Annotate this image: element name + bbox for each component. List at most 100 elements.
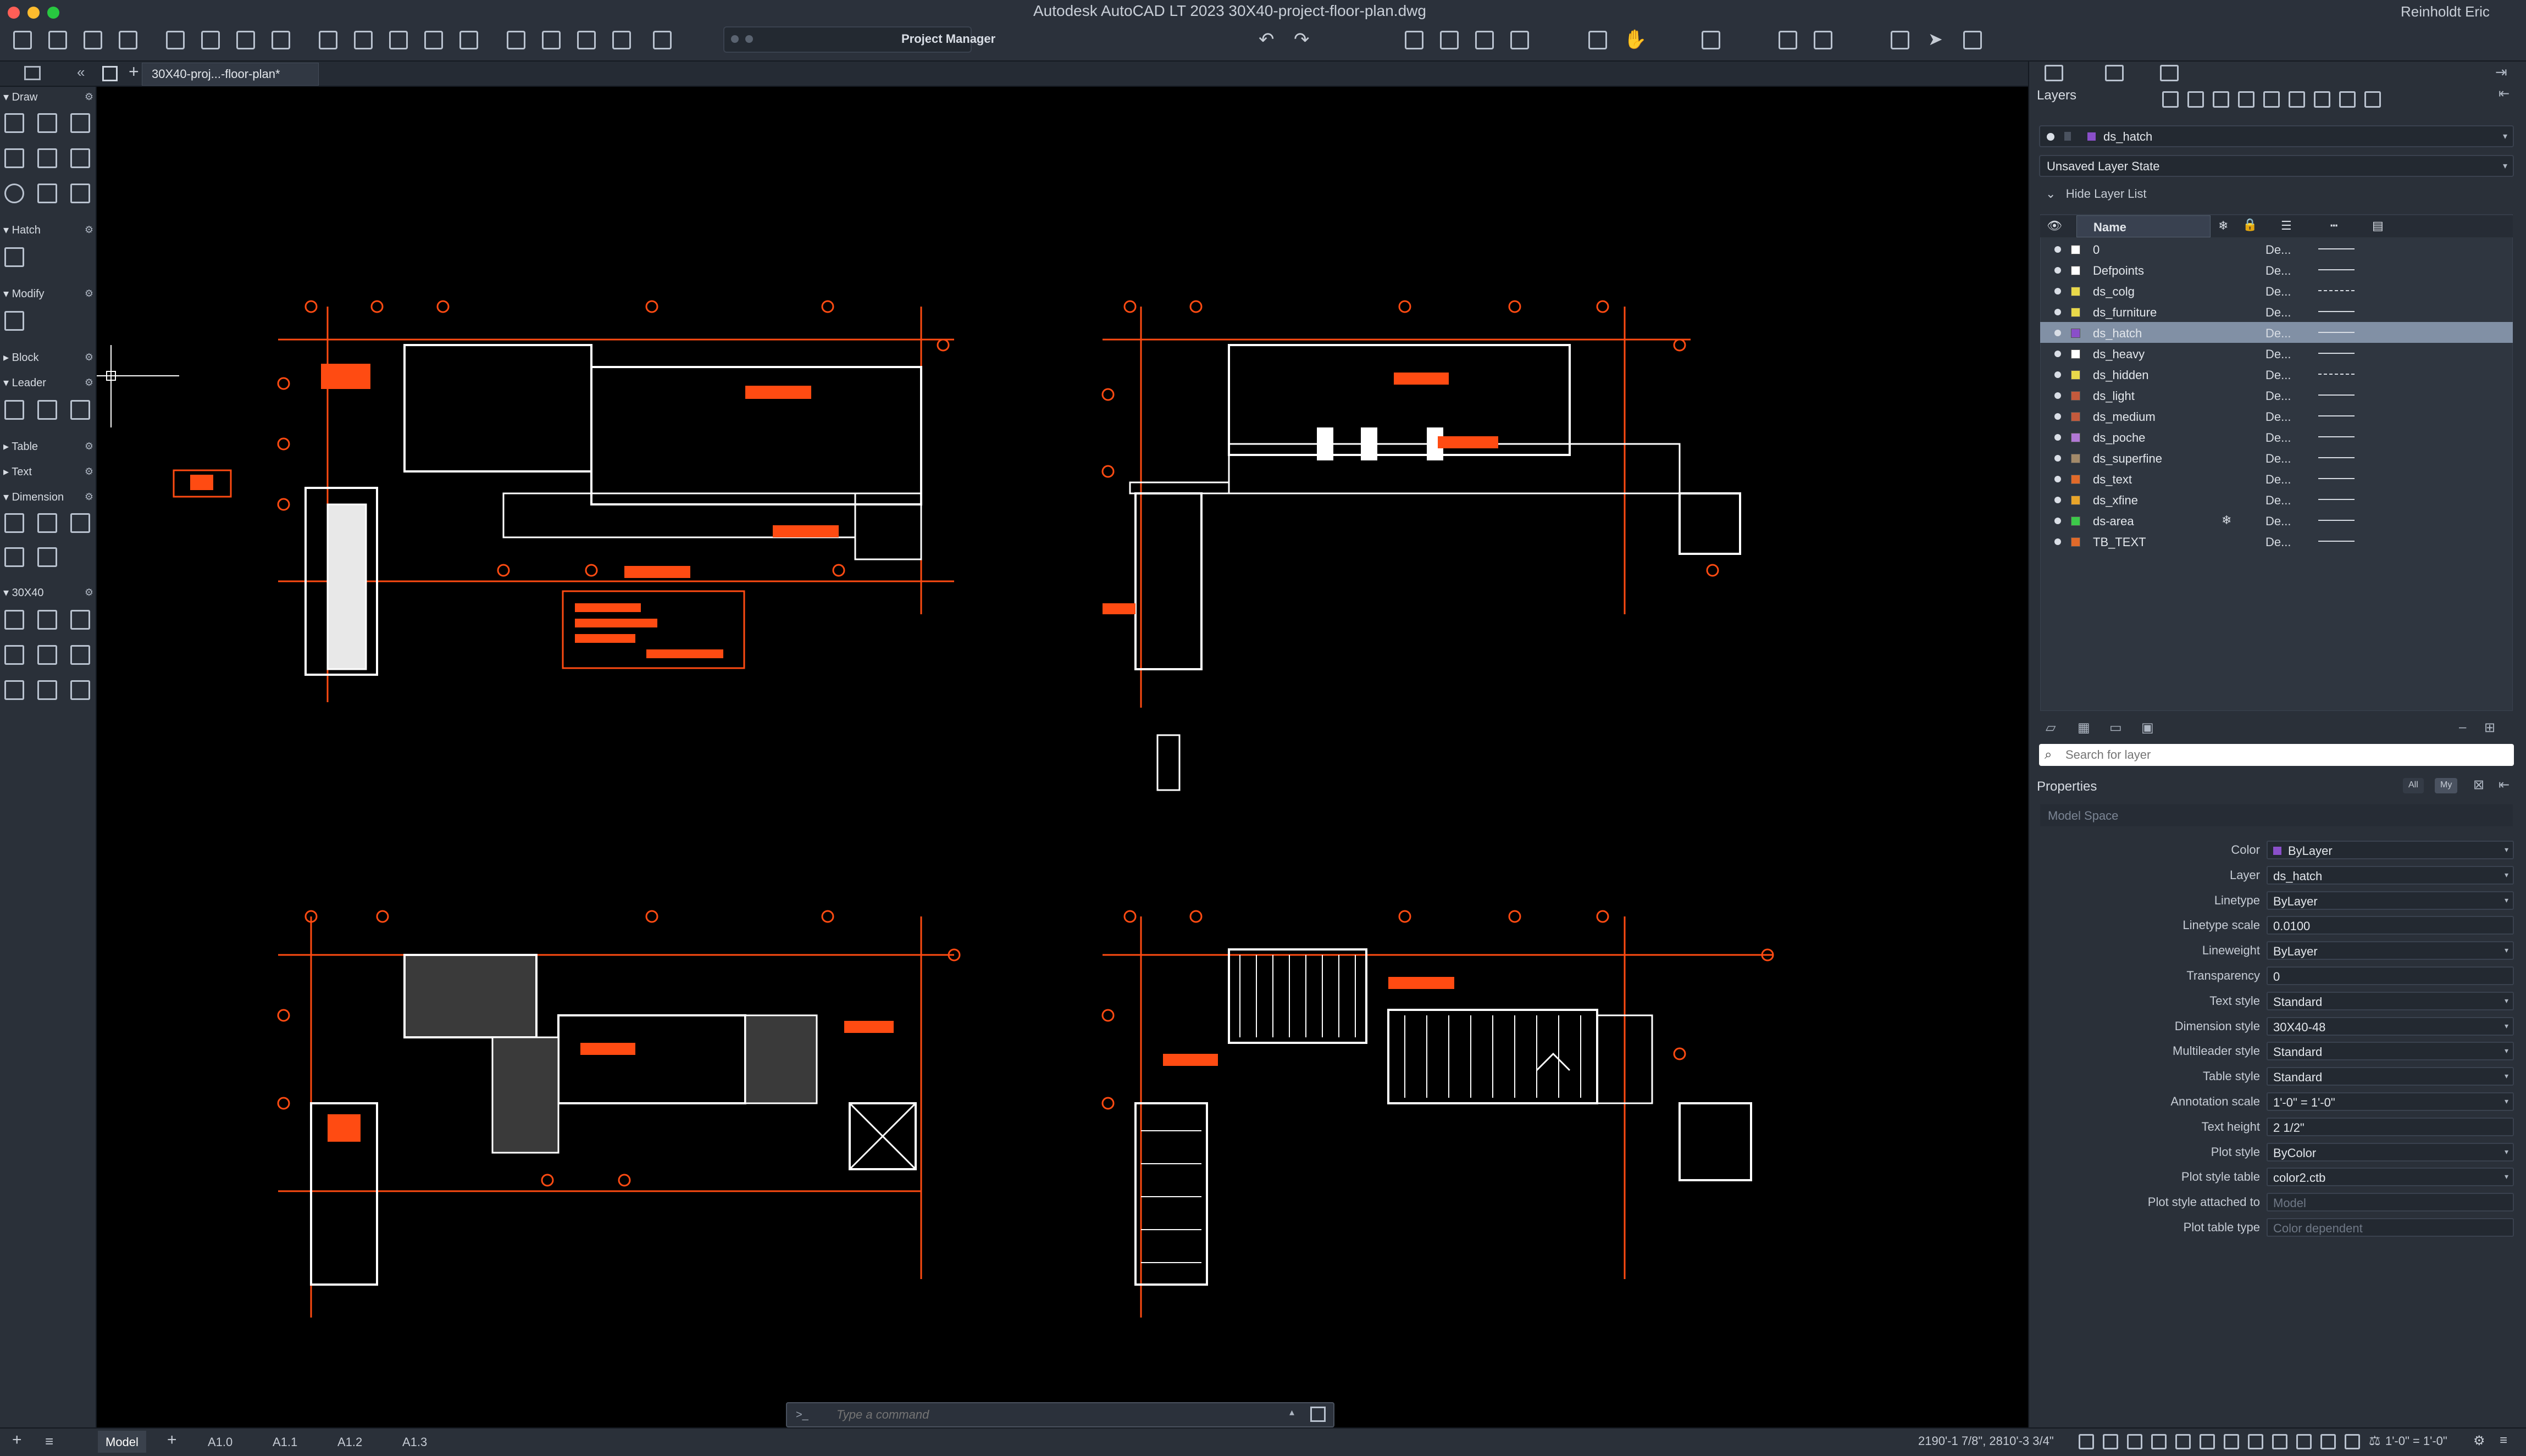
add-layout-tab-icon[interactable]: + <box>167 1431 177 1449</box>
layer-on-icon[interactable] <box>2054 413 2061 420</box>
layer-on-icon[interactable] <box>2054 434 2061 441</box>
layer-change-tool-icon[interactable] <box>70 610 90 630</box>
visibility-column-icon[interactable]: 👁 <box>2047 219 2062 233</box>
gear-icon[interactable]: ⚙ <box>85 288 93 299</box>
layer-row[interactable]: ds_xfine De... <box>2040 489 2513 510</box>
gear-icon[interactable]: ⚙ <box>85 491 93 503</box>
gear-icon[interactable]: ⚙ <box>85 441 93 452</box>
panel-expand-icon[interactable]: ⇥ <box>2495 64 2507 81</box>
redo-icon[interactable]: ↷ <box>1294 29 1310 51</box>
layer-color-swatch[interactable] <box>2071 266 2080 275</box>
layer-color-swatch[interactable] <box>2071 475 2080 484</box>
layer-set-tool-icon[interactable] <box>4 610 24 630</box>
property-value[interactable]: 0.0100 <box>2267 916 2514 935</box>
new-layer-icon[interactable]: ▱ <box>2046 720 2056 736</box>
name-column-header[interactable]: Name <box>2076 215 2211 237</box>
layer-on-icon[interactable] <box>2054 497 2061 503</box>
command-history-chevron-icon[interactable]: ▴ <box>1289 1407 1294 1418</box>
layer-color-swatch[interactable] <box>2071 329 2080 338</box>
zoom-realtime-icon[interactable] <box>612 31 631 49</box>
properties-filter-my[interactable]: My <box>2435 778 2458 793</box>
erase-tool-icon[interactable] <box>70 680 90 700</box>
share-icon[interactable]: ➤ <box>1928 29 1943 49</box>
layout-icon[interactable] <box>1891 31 1909 49</box>
user-account[interactable]: Reinholdt Eric <box>2401 3 2490 20</box>
line-tool-icon[interactable] <box>4 113 24 133</box>
layer-folder-icon[interactable]: ▭ <box>2109 720 2122 736</box>
layer-row[interactable]: TB_TEXT De... <box>2040 531 2513 552</box>
ortho-toggle-icon[interactable] <box>2127 1434 2142 1449</box>
zoom-window-button[interactable] <box>47 7 59 19</box>
collapse-icon[interactable]: – <box>2459 720 2466 735</box>
property-value[interactable]: Standard ▾ <box>2267 991 2514 1010</box>
layer-row[interactable]: ds_hidden De... <box>2040 364 2513 385</box>
paste-block-tool-icon[interactable] <box>4 680 24 700</box>
layer-tool-7-icon[interactable] <box>2314 91 2330 108</box>
polar-toggle-icon[interactable] <box>2151 1434 2167 1449</box>
layer-row[interactable]: 0 De... <box>2040 238 2513 259</box>
batch-plot-icon[interactable] <box>201 31 220 49</box>
layer-color-swatch[interactable] <box>2071 412 2080 421</box>
paste-icon[interactable] <box>424 31 443 49</box>
arc-tool-icon[interactable] <box>4 148 24 168</box>
annotation-scale-value[interactable]: 1'-0" = 1'-0" <box>2385 1434 2447 1448</box>
xref-icon[interactable] <box>1779 31 1797 49</box>
palette-header-text[interactable]: ▸ Text ⚙ <box>3 465 93 481</box>
palette-header-table[interactable]: ▸ Table ⚙ <box>3 440 93 456</box>
copy-with-base-icon[interactable] <box>389 31 408 49</box>
property-value[interactable]: ds_hatch ▾ <box>2267 865 2514 885</box>
palette-header-block[interactable]: ▸ Block ⚙ <box>3 351 93 367</box>
add-layout-icon[interactable]: + <box>12 1431 22 1449</box>
sidebar-toggle-icon[interactable] <box>24 66 41 80</box>
layer-on-icon[interactable] <box>2054 455 2061 462</box>
gear-icon[interactable]: ⚙ <box>85 352 93 363</box>
linetype-column-icon[interactable]: ┅ <box>2330 219 2337 233</box>
layer-tool-8-icon[interactable] <box>2339 91 2356 108</box>
osnap-toggle-icon[interactable] <box>2175 1434 2191 1449</box>
property-value[interactable]: ByLayer ▾ <box>2267 891 2514 910</box>
layer-color-swatch[interactable] <box>2071 496 2080 505</box>
design-center-icon[interactable] <box>1475 31 1494 49</box>
layer-row[interactable]: ds_text De... <box>2040 468 2513 489</box>
layer-row[interactable]: ds_medium De... <box>2040 405 2513 426</box>
layer-color-swatch[interactable] <box>2071 454 2080 463</box>
new-tab-icon[interactable]: + <box>129 62 139 82</box>
layout-tab-a1-1[interactable]: A1.1 <box>265 1431 305 1453</box>
palette-header-leader[interactable]: ▾ Leader ⚙ <box>3 376 93 392</box>
layers-export-icon[interactable]: ⇤ <box>2499 86 2510 102</box>
xrefs-tab-icon[interactable] <box>2160 65 2179 81</box>
description-column-icon[interactable]: ☰ <box>2281 219 2292 233</box>
save-as-icon[interactable] <box>119 31 137 49</box>
spline-tool-icon[interactable] <box>37 148 57 168</box>
layers-tab-icon[interactable] <box>2045 65 2063 81</box>
layer-row[interactable]: ds_superfine De... <box>2040 447 2513 468</box>
current-layer-dropdown[interactable]: ds_hatch ▾ <box>2039 125 2514 147</box>
workspace-gear-icon[interactable]: ⚙ <box>2473 1433 2485 1449</box>
viewport-icon[interactable] <box>1963 31 1982 49</box>
select-window-icon[interactable] <box>1588 31 1607 49</box>
palette-header-30x40[interactable]: ▾ 30X40 ⚙ <box>3 586 93 602</box>
layer-match-tool-icon[interactable] <box>37 610 57 630</box>
sheet-set-icon[interactable] <box>1702 31 1720 49</box>
layout-list-icon[interactable]: ≡ <box>45 1433 53 1450</box>
layer-color-swatch[interactable] <box>2071 537 2080 547</box>
quick-select-icon[interactable]: ⊠ <box>2473 777 2484 793</box>
layer-tool-2-icon[interactable] <box>2187 91 2204 108</box>
layer-tool-4-icon[interactable] <box>2238 91 2254 108</box>
property-value[interactable]: ByColor ▾ <box>2267 1142 2514 1162</box>
layer-on-icon[interactable] <box>2054 267 2061 274</box>
layer-tool-6-icon[interactable] <box>2289 91 2305 108</box>
add-leader-tool-icon[interactable] <box>37 400 57 420</box>
layer-tool-5-icon[interactable] <box>2263 91 2280 108</box>
layer-search-input[interactable] <box>2039 744 2514 766</box>
image-attach-icon[interactable] <box>1814 31 1832 49</box>
command-customize-icon[interactable] <box>1310 1407 1326 1422</box>
tool-palettes-icon[interactable] <box>1510 31 1529 49</box>
layer-row[interactable]: ds-area De... ❄ <box>2040 510 2513 531</box>
plot-icon[interactable] <box>166 31 185 49</box>
revcloud-tool-icon[interactable] <box>70 184 90 203</box>
new-layer-vp-frozen-icon[interactable]: ▦ <box>2078 720 2090 736</box>
property-value[interactable]: color2.ctb ▾ <box>2267 1168 2514 1187</box>
print-column-icon[interactable]: ▤ <box>2372 219 2384 233</box>
property-value[interactable]: 0 <box>2267 966 2514 985</box>
